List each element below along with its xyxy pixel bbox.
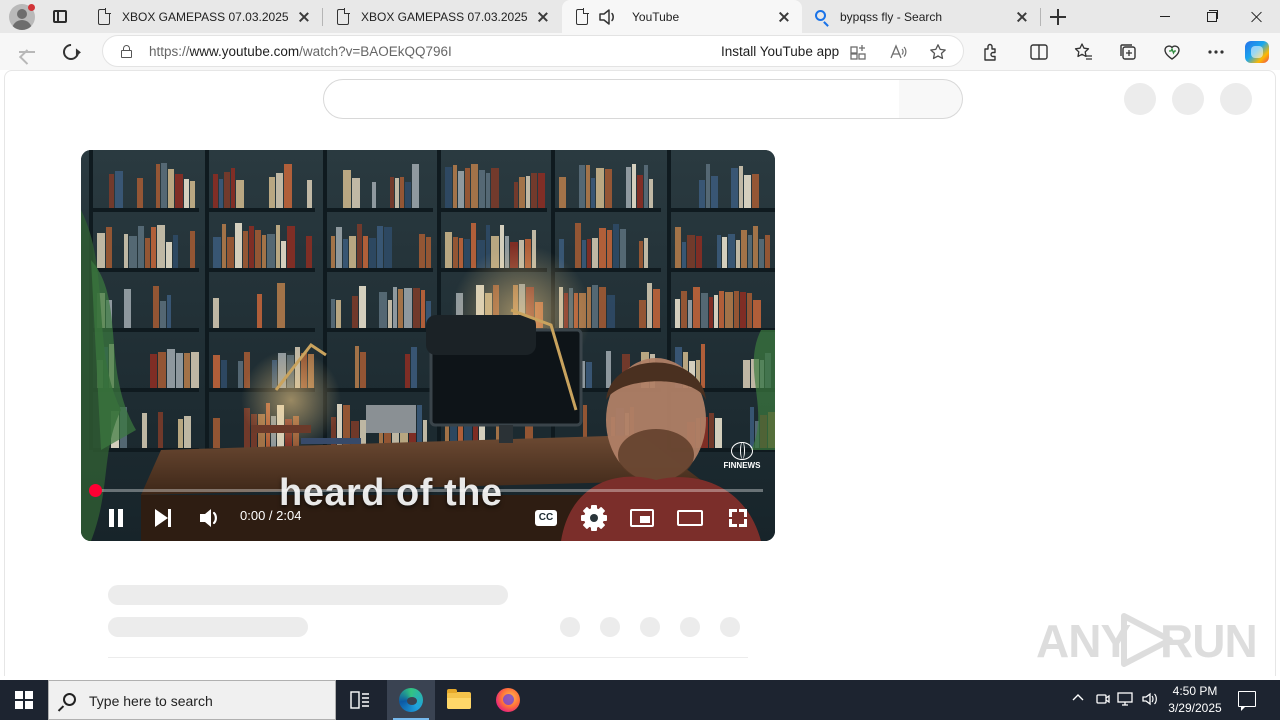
read-aloud-icon[interactable]: [889, 43, 907, 61]
video-time-display: 0:00 / 2:04: [240, 508, 302, 523]
browser-toolbar: https://www.youtube.com/watch?v=BAOEkQQ7…: [0, 33, 1280, 70]
meet-now-icon[interactable]: [1094, 691, 1112, 709]
action-placeholder-icon: [560, 617, 580, 637]
close-tab-icon[interactable]: [1014, 9, 1030, 25]
channel-watermark-logo: FINNEWS: [721, 442, 763, 474]
settings-button[interactable]: [578, 502, 610, 534]
split-screen-icon[interactable]: [1028, 41, 1050, 63]
video-caption: heard of the: [279, 472, 503, 514]
close-tab-icon[interactable]: [296, 9, 312, 25]
favorite-star-icon[interactable]: [929, 43, 947, 61]
windows-taskbar: Type here to search 4:50 PM 3/29/2025: [0, 680, 1280, 720]
close-tab-icon[interactable]: [535, 9, 551, 25]
taskbar-file-explorer-app[interactable]: [435, 680, 483, 720]
volume-button[interactable]: [194, 502, 226, 534]
notification-center-icon[interactable]: [1238, 691, 1256, 711]
video-scrubber-handle[interactable]: [89, 484, 103, 497]
volume-tray-icon[interactable]: [1141, 691, 1159, 709]
theater-mode-icon: [677, 510, 703, 526]
tab-youtube[interactable]: YouTube: [562, 0, 802, 33]
tab-bing-search[interactable]: bypqss fly - Search: [802, 0, 1040, 33]
divider: [108, 657, 748, 658]
address-bar[interactable]: https://www.youtube.com/watch?v=BAOEkQQ7…: [102, 35, 964, 67]
search-icon: [814, 9, 830, 25]
document-icon: [96, 7, 112, 25]
reload-icon: [59, 40, 83, 64]
restore-window-button[interactable]: [1188, 0, 1234, 33]
search-icon: [63, 693, 76, 706]
tab-actions-menu-icon[interactable]: [48, 6, 72, 28]
clock-time: 4:50 PM: [1172, 684, 1218, 698]
edge-browser-icon: [399, 688, 423, 712]
tab-separator: [1040, 8, 1041, 26]
new-tab-icon[interactable]: [1046, 5, 1070, 29]
volume-icon: [200, 509, 217, 527]
tab-xbox-gamepass-2[interactable]: XBOX GAMEPASS 07.03.2025 fixe: [323, 0, 561, 33]
action-placeholder-icon: [600, 617, 620, 637]
taskbar-search-box[interactable]: Type here to search: [48, 680, 336, 720]
system-clock[interactable]: 4:50 PM 3/29/2025: [1162, 683, 1228, 717]
network-icon[interactable]: [1117, 691, 1135, 709]
url-text[interactable]: https://www.youtube.com/watch?v=BAOEkQQ7…: [149, 44, 452, 59]
task-view-button[interactable]: [336, 680, 384, 720]
file-explorer-icon: [447, 689, 471, 709]
settings-more-icon[interactable]: [1205, 41, 1227, 63]
fullscreen-button[interactable]: [722, 502, 754, 534]
speaker-icon[interactable]: [598, 8, 622, 25]
action-placeholder-icon: [720, 617, 740, 637]
channel-placeholder: [108, 617, 308, 637]
tab-title: XBOX GAMEPASS 07.03.2025 fixe: [122, 9, 290, 24]
action-placeholder-icon: [680, 617, 700, 637]
tab-title: XBOX GAMEPASS 07.03.2025 fixe: [361, 9, 529, 24]
action-placeholder-icon: [640, 617, 660, 637]
video-player[interactable]: FINNEWS heard of the 0:00 / 2:04 CC: [81, 150, 775, 541]
youtube-search-input-placeholder[interactable]: [323, 79, 901, 119]
taskbar-firefox-app[interactable]: [484, 680, 532, 720]
captions-button[interactable]: CC: [530, 502, 562, 534]
title-placeholder: [108, 585, 508, 605]
install-app-label[interactable]: Install YouTube app: [721, 44, 839, 59]
show-hidden-icons-chevron-icon[interactable]: [1069, 691, 1087, 709]
placeholder-circle-icon[interactable]: [1124, 83, 1156, 115]
tab-title: YouTube: [632, 9, 680, 24]
windows-start-button[interactable]: [0, 680, 48, 720]
back-arrow-icon: [19, 51, 35, 53]
close-window-button[interactable]: [1234, 0, 1280, 33]
back-button[interactable]: [12, 37, 42, 67]
video-progress-bar[interactable]: [89, 484, 763, 497]
miniplayer-icon: [630, 509, 654, 527]
pause-button[interactable]: [100, 502, 132, 534]
page-viewport: FINNEWS heard of the 0:00 / 2:04 CC: [4, 70, 1276, 676]
captions-icon: CC: [535, 510, 557, 526]
clock-date: 3/29/2025: [1168, 701, 1222, 715]
theater-mode-button[interactable]: [674, 502, 706, 534]
collections-icon[interactable]: [1117, 41, 1139, 63]
document-icon: [574, 7, 590, 25]
miniplayer-button[interactable]: [626, 502, 658, 534]
firefox-icon: [496, 688, 520, 712]
profile-notification-dot: [28, 4, 35, 11]
app-install-icon[interactable]: [849, 43, 867, 61]
placeholder-circle-icon[interactable]: [1220, 83, 1252, 115]
browser-essentials-icon[interactable]: [1161, 41, 1183, 63]
copilot-icon[interactable]: [1245, 41, 1269, 63]
document-icon: [335, 7, 351, 25]
tab-strip: XBOX GAMEPASS 07.03.2025 fixe XBOX GAMEP…: [0, 0, 1280, 33]
anyrun-watermark-logo: ANY RUN: [1036, 613, 1258, 667]
taskbar-edge-app[interactable]: [387, 680, 435, 720]
favorites-icon[interactable]: [1072, 41, 1094, 63]
reload-button[interactable]: [56, 37, 86, 67]
extensions-icon[interactable]: [980, 41, 1002, 63]
youtube-search-button-placeholder[interactable]: [899, 79, 963, 119]
placeholder-circle-icon[interactable]: [1172, 83, 1204, 115]
lock-icon[interactable]: [121, 45, 132, 58]
minimize-window-button[interactable]: [1142, 0, 1188, 33]
tab-title: bypqss fly - Search: [840, 9, 943, 24]
close-tab-icon[interactable]: [776, 9, 792, 25]
taskbar-search-placeholder: Type here to search: [89, 693, 213, 709]
tab-xbox-gamepass-1[interactable]: XBOX GAMEPASS 07.03.2025 fixe: [84, 0, 322, 33]
next-video-button[interactable]: [147, 502, 179, 534]
